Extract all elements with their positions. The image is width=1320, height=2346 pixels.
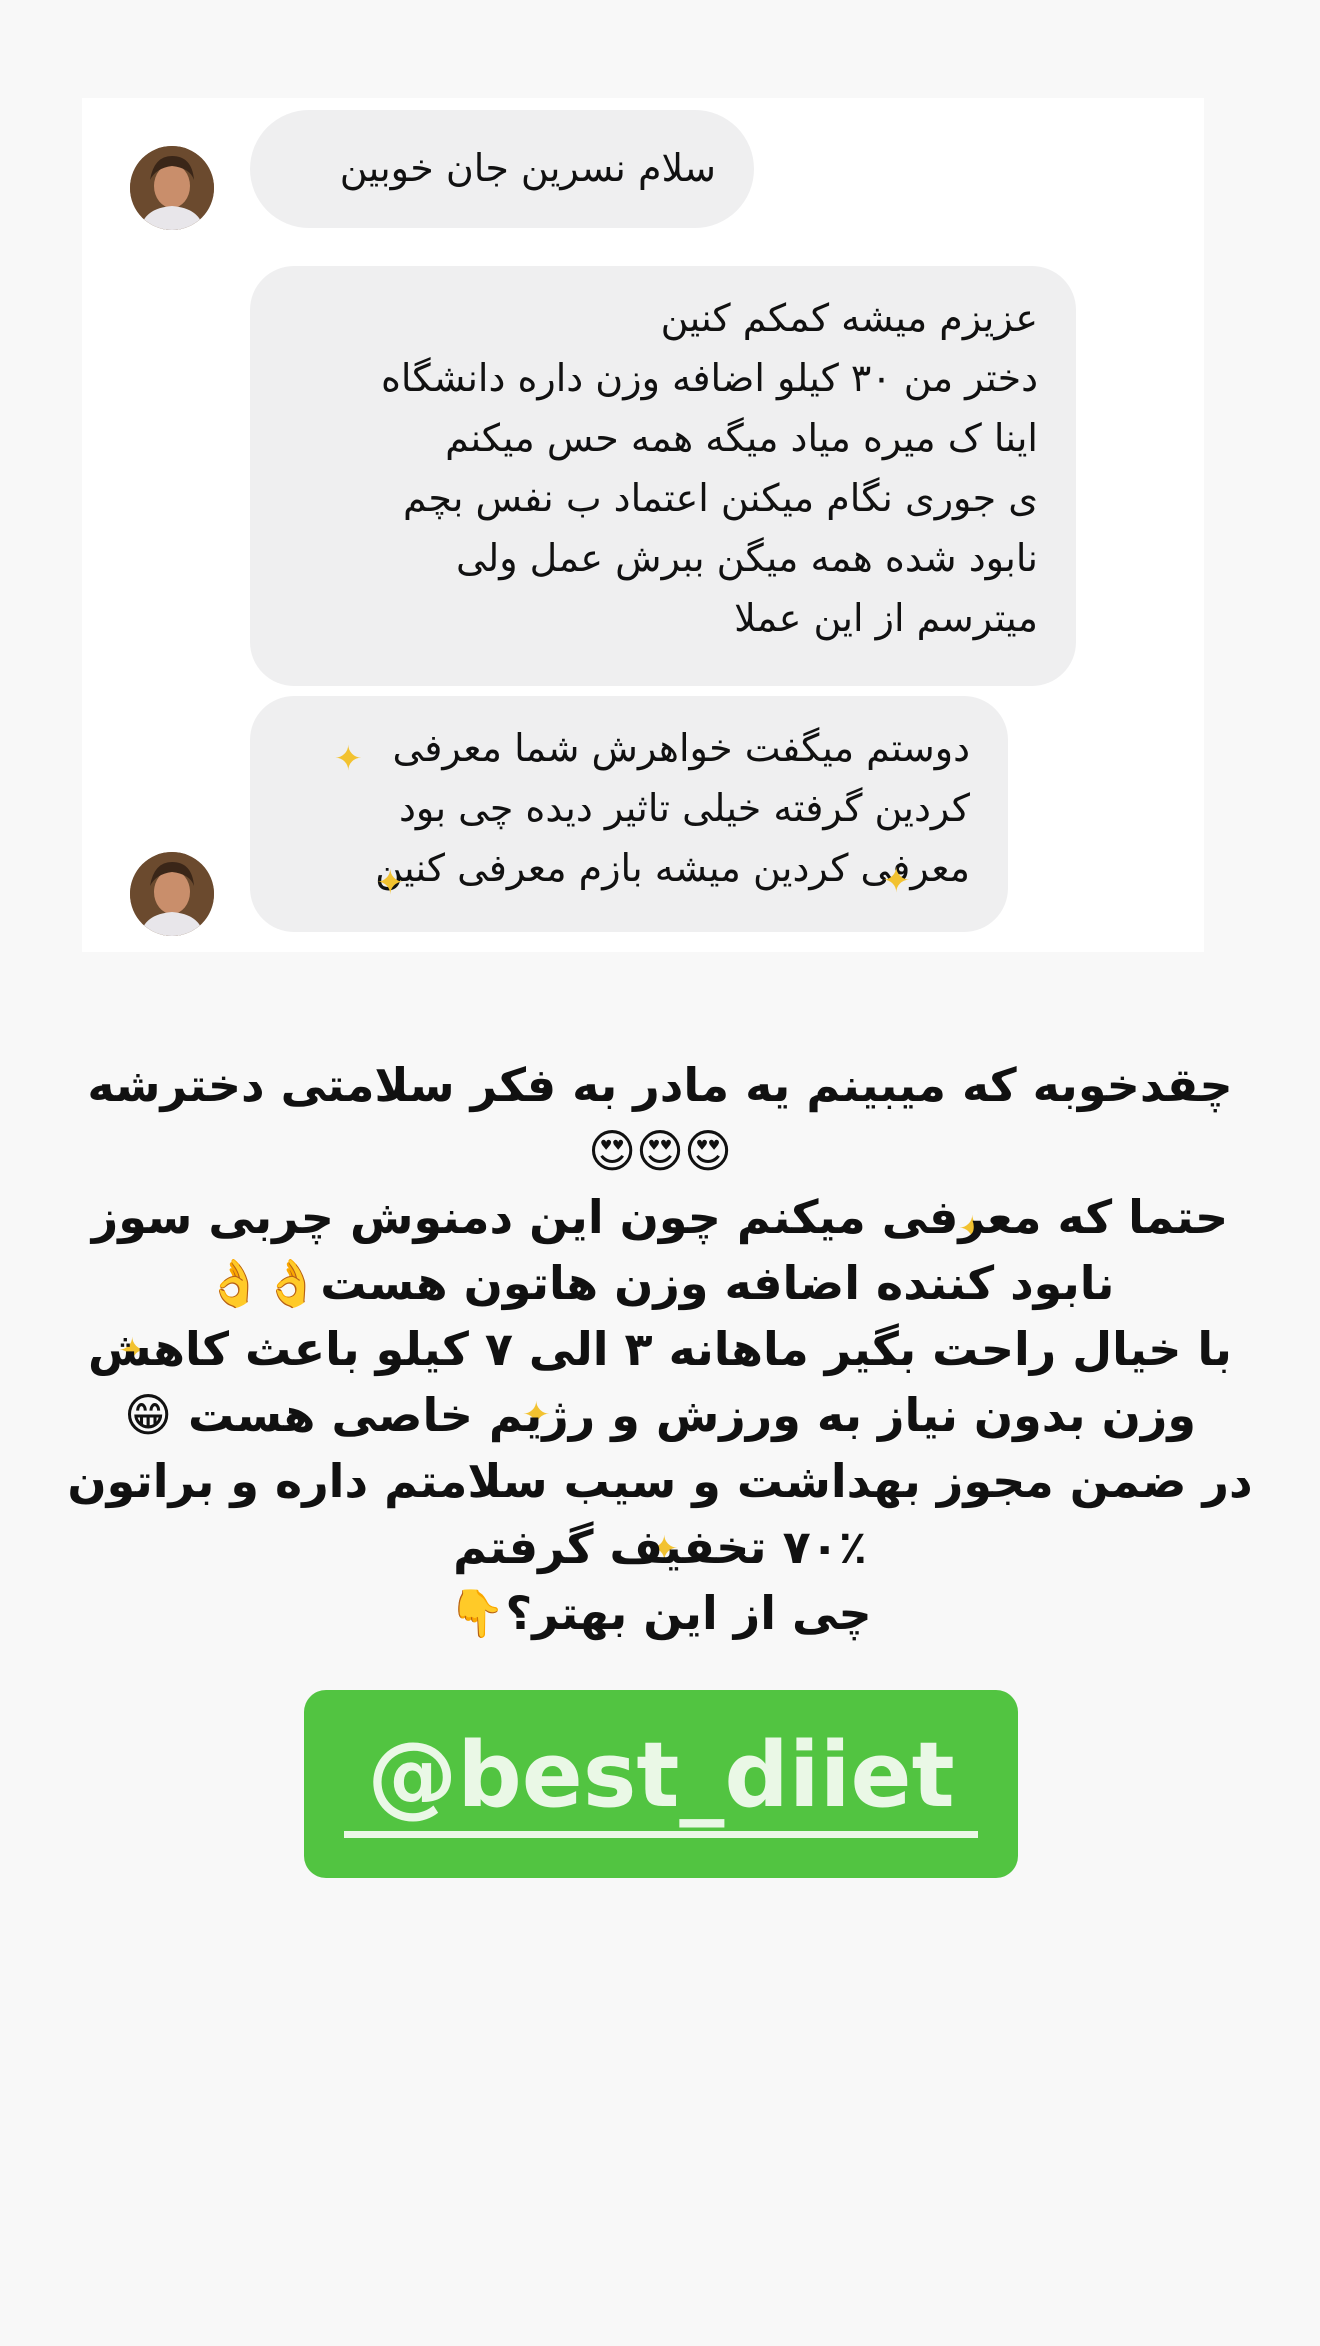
caption-line: 😍😍😍	[588, 1124, 732, 1178]
avatar[interactable]	[130, 852, 214, 936]
message-bubble: عزیزم میشه کمکم کنین دختر من ۳۰ کیلو اضا…	[250, 266, 1076, 686]
caption-line: چی از این بهتر؟👇	[448, 1586, 872, 1640]
avatar[interactable]	[130, 146, 214, 230]
message-text: ی جوری نگام میکنن اعتماد ب نفس بچم	[403, 476, 1038, 520]
mention-sticker[interactable]: @best_diiet	[304, 1690, 1018, 1878]
caption-line: حتما که معرفی میکنم چون این دمنوش چربی س…	[91, 1190, 1229, 1244]
caption-line: وزن بدون نیاز به ورزش و رژیم خاصی هست 😁	[124, 1388, 1196, 1442]
message-text: کردین گرفته خیلی تاثیر دیده چی بود	[398, 786, 970, 830]
message-text: سلام نسرین جان خوبین	[339, 146, 716, 190]
message-bubble: سلام نسرین جان خوبین	[250, 110, 754, 228]
message-text: اینا ک میره میاد میگه همه حس میکنم	[445, 416, 1038, 460]
caption-line: نابود کننده اضافه وزن هاتون هست👌👌	[205, 1256, 1115, 1310]
caption-line: چقدخوبه که میبینم یه مادر به فکر سلامتی …	[87, 1058, 1233, 1112]
sparkle-icon: ✦	[334, 739, 363, 779]
message-text: میترسم از این عملا	[734, 596, 1038, 640]
caption-line: در ضمن مجوز بهداشت و سیب سلامتم داره و ب…	[67, 1454, 1253, 1508]
chat-screenshot: سلام نسرین جان خوبین عزیزم میشه کمکم کنی…	[82, 98, 1204, 952]
message-text: عزیزم میشه کمکم کنین	[660, 296, 1038, 340]
caption-line: ۷۰٪ تخفیف گرفتم	[453, 1520, 867, 1574]
message-text: دوستم میگفت خواهرش شما معرفی	[392, 726, 970, 770]
sparkle-icon: ✦	[882, 861, 911, 901]
mention-handle[interactable]: @best_diiet	[344, 1726, 978, 1838]
caption-line: با خیال راحت بگیر ماهانه ۳ الی ۷ کیلو با…	[88, 1322, 1232, 1376]
message-text: دختر من ۳۰ کیلو اضافه وزن داره دانشگاه	[380, 356, 1038, 400]
story-caption: چقدخوبه که میبینم یه مادر به فکر سلامتی …	[0, 1052, 1320, 1646]
message-text: نابود شده همه میگن ببرش عمل ولی	[456, 536, 1038, 580]
sparkle-icon: ✦	[376, 863, 405, 903]
